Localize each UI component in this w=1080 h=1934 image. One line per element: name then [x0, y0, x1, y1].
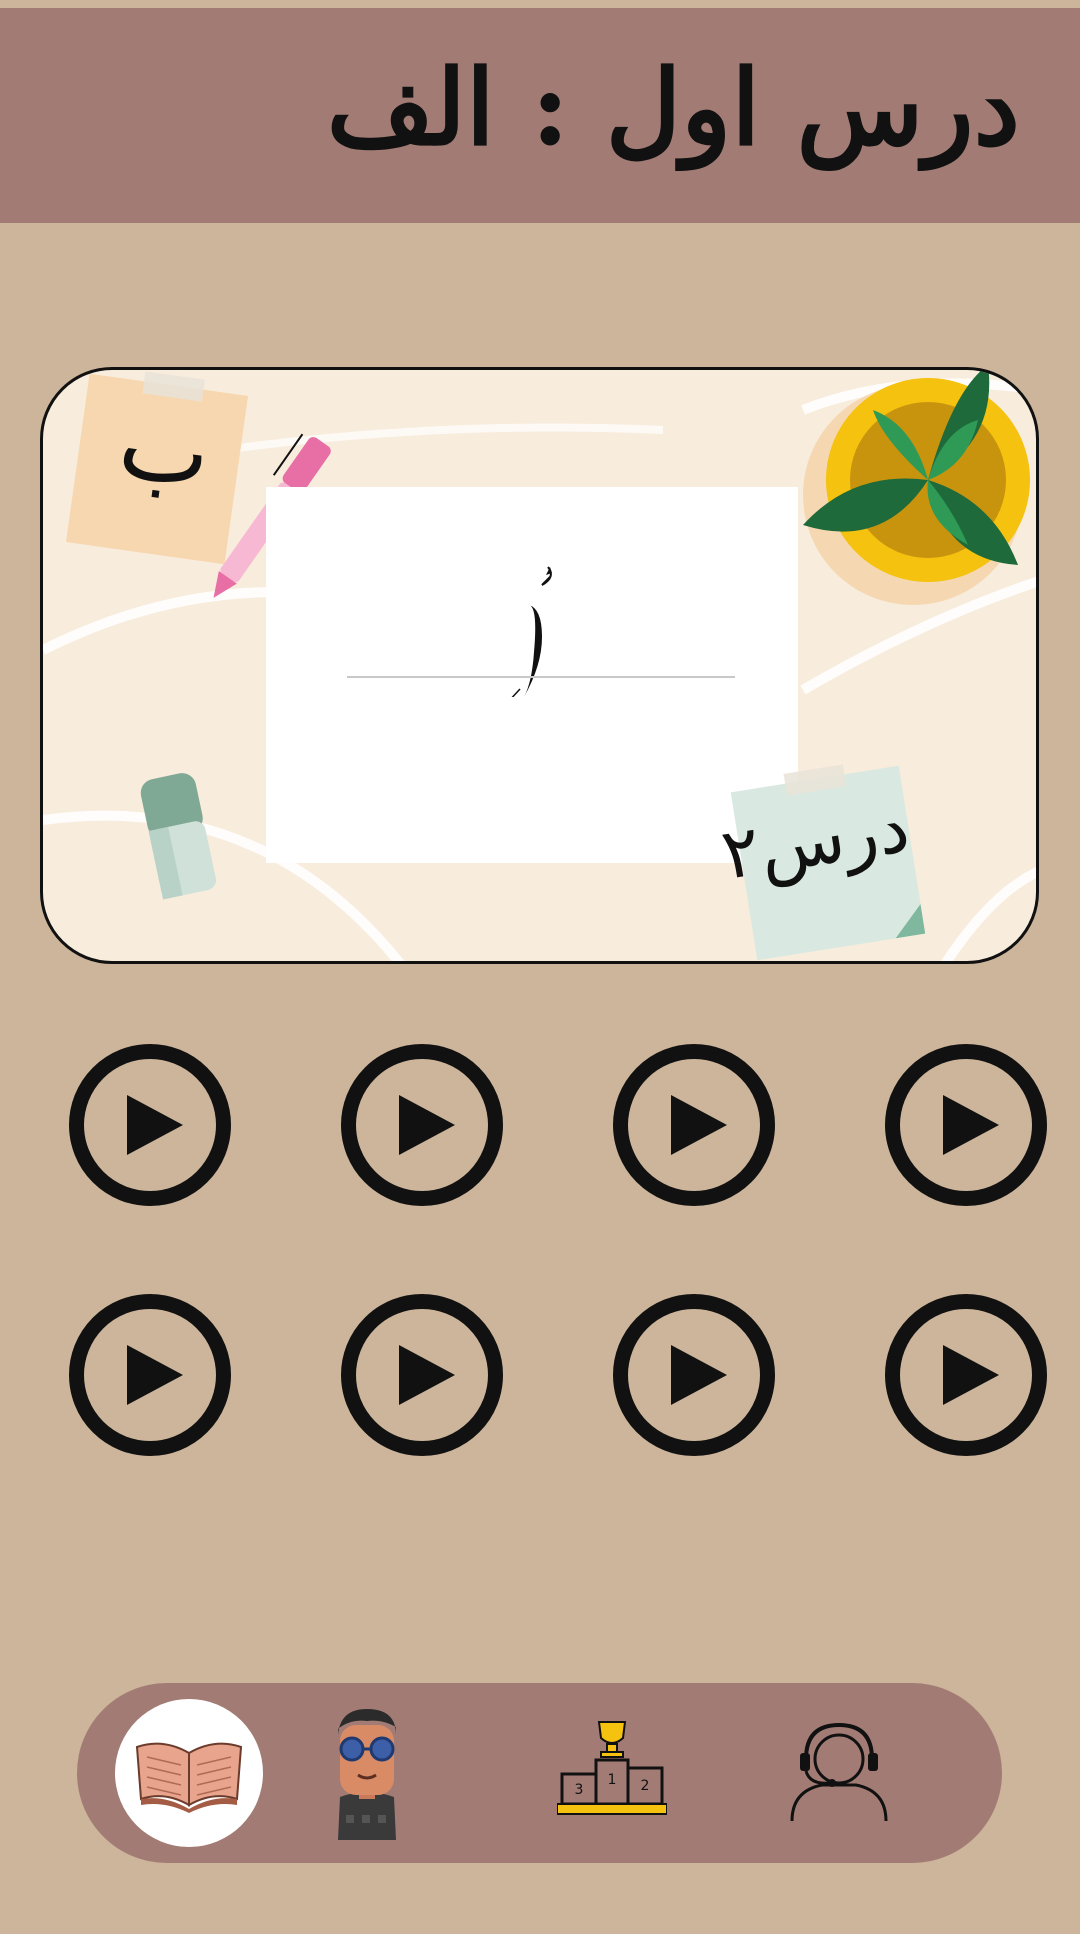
play-button-3[interactable]	[613, 1044, 775, 1206]
header-bar: درس اول : الف	[0, 8, 1080, 223]
play-icon	[127, 1345, 183, 1405]
play-icon	[127, 1095, 183, 1155]
podium-label-1: 1	[608, 1772, 617, 1788]
play-button-8[interactable]	[885, 1294, 1047, 1456]
book-icon	[135, 1742, 243, 1813]
play-button-7[interactable]	[613, 1294, 775, 1456]
play-button-2[interactable]	[341, 1044, 503, 1206]
play-icon	[399, 1095, 455, 1155]
letter-practice-board[interactable]	[266, 487, 798, 863]
bottom-nav-bar: 1 3 2	[77, 1683, 1002, 1863]
nav-active-indicator	[115, 1699, 263, 1847]
play-icon	[943, 1095, 999, 1155]
podium-label-2: 2	[641, 1778, 650, 1794]
plant-icon	[803, 370, 1030, 605]
play-button-4[interactable]	[885, 1044, 1047, 1206]
play-button-5[interactable]	[69, 1294, 231, 1456]
play-icon	[671, 1345, 727, 1405]
support-headset-icon[interactable]	[784, 1721, 894, 1826]
note-lesson-2-text: درس۲	[716, 785, 915, 896]
lesson-card[interactable]: ب درس۲	[40, 367, 1039, 964]
writing-baseline	[347, 676, 735, 678]
podium-trophy-icon[interactable]: 1 3 2	[557, 1718, 667, 1818]
nav-item-lessons[interactable]	[106, 1690, 272, 1856]
play-icon	[671, 1095, 727, 1155]
sticky-note-lesson-2: درس۲	[716, 764, 926, 961]
avatar-icon[interactable]	[322, 1705, 412, 1840]
podium-label-3: 3	[575, 1782, 584, 1798]
eraser-icon	[140, 773, 217, 900]
letter-alef-guide	[511, 566, 552, 697]
play-icon	[943, 1345, 999, 1405]
play-button-1[interactable]	[69, 1044, 231, 1206]
note-folded-corner	[895, 904, 926, 939]
play-button-6[interactable]	[341, 1294, 503, 1456]
page-title: درس اول : الف	[326, 46, 1020, 169]
play-icon	[399, 1345, 455, 1405]
